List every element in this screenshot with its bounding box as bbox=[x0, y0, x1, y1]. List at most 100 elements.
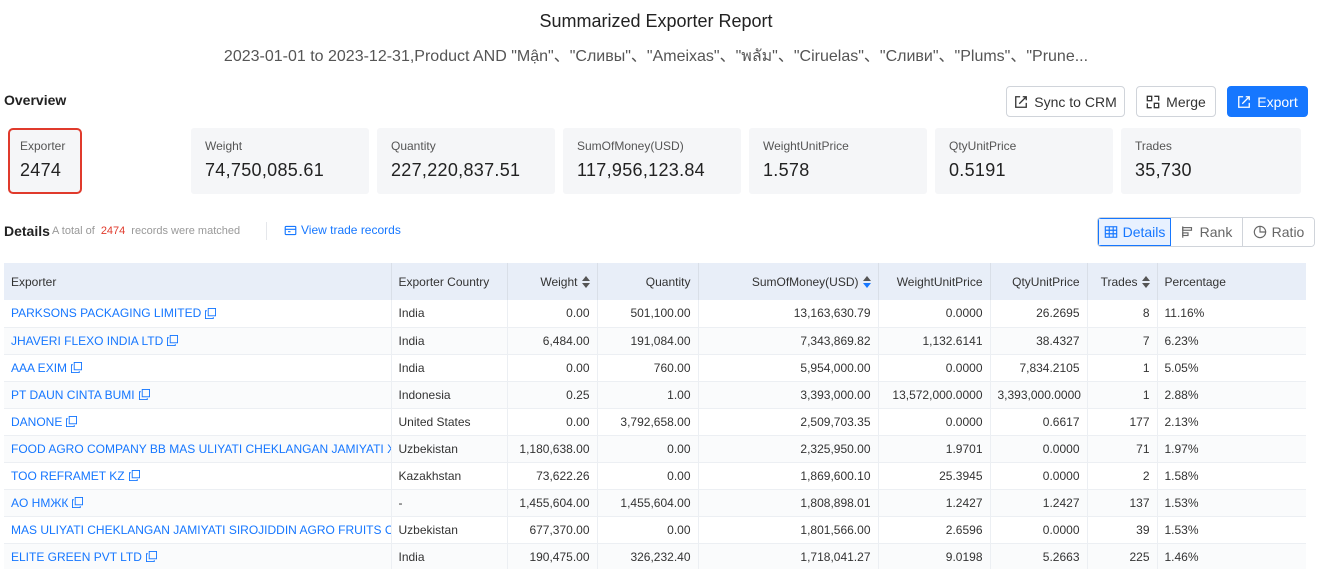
view-trade-records-link[interactable]: View trade records bbox=[284, 223, 401, 237]
col-trades-label: Trades bbox=[1100, 274, 1138, 289]
cell-trades: 137 bbox=[1087, 489, 1158, 517]
stat-label: Trades bbox=[1135, 139, 1172, 153]
exporter-link[interactable]: MAS ULIYATI CHEKLANGAN JAMIYATI SIROJIDD… bbox=[11, 523, 390, 537]
cell-weight-unit-price: 1,132.6141 bbox=[878, 327, 991, 355]
cell-country: Uzbekistan bbox=[391, 435, 508, 463]
copy-icon[interactable] bbox=[138, 389, 150, 400]
col-weight[interactable]: Weight bbox=[507, 263, 598, 300]
exporter-link[interactable]: AAA EXIM bbox=[11, 361, 83, 375]
copy-icon[interactable] bbox=[66, 416, 78, 427]
cell-quantity: 0.00 bbox=[597, 435, 699, 463]
cell-country: India bbox=[391, 327, 508, 355]
sort-icon[interactable] bbox=[581, 276, 590, 289]
stat-label: Exporter bbox=[20, 139, 66, 153]
cell-exporter: ELITE GREEN PVT LTD bbox=[4, 543, 392, 569]
cell-quantity: 191,084.00 bbox=[597, 327, 699, 355]
exporter-link[interactable]: TOO REFRAMET KZ bbox=[11, 469, 140, 483]
table-row: DANONE United States 0.00 3,792,658.00 2,509… bbox=[4, 408, 1306, 436]
tab-details[interactable]: Details bbox=[1098, 218, 1171, 246]
cell-weight-unit-price: 13,572,000.0000 bbox=[878, 381, 991, 409]
stat-value: 35,730 bbox=[1135, 160, 1192, 180]
col-exporter[interactable]: Exporter bbox=[4, 263, 392, 300]
stat-label: Quantity bbox=[391, 139, 436, 153]
cell-sum-of-money: 5,954,000.00 bbox=[698, 354, 879, 382]
exporter-name: JHAVERI FLEXO INDIA LTD bbox=[11, 333, 164, 348]
sync-to-crm-button[interactable]: Sync to CRM bbox=[1006, 86, 1125, 117]
copy-icon[interactable] bbox=[72, 497, 84, 508]
stat-label: SumOfMoney(USD) bbox=[577, 139, 684, 153]
col-exporter-country-label: Exporter Country bbox=[398, 274, 490, 289]
col-trades[interactable]: Trades bbox=[1087, 263, 1158, 300]
cell-trades: 1 bbox=[1087, 381, 1158, 409]
cell-sum-of-money: 2,325,950.00 bbox=[698, 435, 879, 463]
cell-quantity: 1.00 bbox=[597, 381, 699, 409]
cell-quantity: 0.00 bbox=[597, 462, 699, 490]
cell-qty-unit-price: 26.2695 bbox=[990, 300, 1088, 328]
table-row: ELITE GREEN PVT LTD India 190,475.00 326,23… bbox=[4, 543, 1306, 569]
exporter-link[interactable]: FOOD AGRO COMPANY BB MAS ULIYATI CHEKLAN… bbox=[11, 442, 390, 456]
stat-weight: Weight 74,750,085.61 bbox=[191, 128, 369, 194]
sort-icon[interactable] bbox=[862, 276, 871, 289]
exporter-link[interactable]: AO НМЖК bbox=[11, 496, 84, 510]
cell-percentage: 2.13% bbox=[1157, 408, 1306, 436]
cell-trades: 7 bbox=[1087, 327, 1158, 355]
cell-weight-unit-price: 0.0000 bbox=[878, 408, 991, 436]
cell-weight: 677,370.00 bbox=[507, 516, 598, 544]
cell-country: India bbox=[391, 543, 508, 569]
records-icon bbox=[284, 225, 297, 235]
rank-icon bbox=[1181, 226, 1192, 238]
copy-icon[interactable] bbox=[205, 307, 217, 319]
stat-weight-unit-price: WeightUnitPrice 1.578 bbox=[749, 128, 927, 194]
cell-weight-unit-price: 0.0000 bbox=[878, 300, 991, 328]
exporter-link[interactable]: JHAVERI FLEXO INDIA LTD bbox=[11, 333, 179, 348]
sort-icon[interactable] bbox=[1141, 276, 1150, 289]
cell-quantity: 3,792,658.00 bbox=[597, 408, 699, 436]
exporter-link[interactable]: ELITE GREEN PVT LTD bbox=[11, 550, 157, 564]
tab-ratio[interactable]: Ratio bbox=[1243, 218, 1314, 246]
col-exporter-country[interactable]: Exporter Country bbox=[391, 263, 508, 300]
copy-icon[interactable] bbox=[128, 470, 140, 481]
cell-weight: 190,475.00 bbox=[507, 543, 598, 569]
col-quantity[interactable]: Quantity bbox=[597, 263, 699, 300]
exporter-link[interactable]: DANONE bbox=[11, 415, 78, 429]
cell-sum-of-money: 1,869,600.10 bbox=[698, 462, 879, 490]
summary-suffix: records were matched bbox=[131, 225, 241, 237]
cell-weight: 0.00 bbox=[507, 354, 598, 382]
cell-weight: 73,622.26 bbox=[507, 462, 598, 490]
col-weight-unit-price[interactable]: WeightUnitPrice bbox=[878, 263, 991, 300]
col-qty-unit-price-label: QtyUnitPrice bbox=[1012, 274, 1080, 289]
table-icon bbox=[1104, 226, 1117, 238]
stat-value: 1.578 bbox=[763, 160, 810, 180]
export-button[interactable]: Export bbox=[1227, 86, 1308, 117]
stat-sum-of-money: SumOfMoney(USD) 117,956,123.84 bbox=[563, 128, 741, 194]
cell-country: Uzbekistan bbox=[391, 516, 508, 544]
view-mode-tabs: Details Rank Ratio bbox=[1097, 217, 1315, 247]
cell-exporter: AAA EXIM bbox=[4, 354, 392, 382]
cell-qty-unit-price: 0.0000 bbox=[990, 516, 1088, 544]
col-percentage[interactable]: Percentage bbox=[1157, 263, 1306, 300]
cell-weight-unit-price: 0.0000 bbox=[878, 354, 991, 382]
cell-qty-unit-price: 0.0000 bbox=[990, 462, 1088, 490]
table-row: FOOD AGRO COMPANY BB MAS ULIYATI CHEKLAN… bbox=[4, 435, 1306, 463]
cell-country: India bbox=[391, 300, 508, 328]
col-sum-of-money-label: SumOfMoney(USD) bbox=[751, 274, 859, 289]
cell-quantity: 501,100.00 bbox=[597, 300, 699, 328]
tab-rank[interactable]: Rank bbox=[1171, 218, 1243, 246]
col-qty-unit-price[interactable]: QtyUnitPrice bbox=[990, 263, 1088, 300]
cell-qty-unit-price: 38.4327 bbox=[990, 327, 1088, 355]
summary-prefix: A total of bbox=[52, 225, 95, 237]
exporter-link[interactable]: PT DAUN CINTA BUMI bbox=[11, 388, 150, 402]
col-sum-of-money[interactable]: SumOfMoney(USD) bbox=[698, 263, 879, 300]
copy-icon[interactable] bbox=[145, 551, 157, 562]
exporter-table: Exporter Exporter Country Weight Quantit… bbox=[4, 263, 1306, 569]
records-count: 2474 bbox=[100, 225, 126, 237]
stat-label: QtyUnitPrice bbox=[949, 139, 1017, 153]
cell-weight-unit-price: 2.6596 bbox=[878, 516, 991, 544]
cell-weight: 0.25 bbox=[507, 381, 598, 409]
merge-button[interactable]: Merge bbox=[1136, 86, 1216, 117]
copy-icon[interactable] bbox=[167, 335, 179, 346]
exporter-link[interactable]: PARKSONS PACKAGING LIMITED bbox=[11, 306, 217, 320]
copy-icon[interactable] bbox=[71, 362, 83, 373]
merge-label: Merge bbox=[1166, 93, 1206, 110]
cell-percentage: 1.46% bbox=[1157, 543, 1306, 569]
